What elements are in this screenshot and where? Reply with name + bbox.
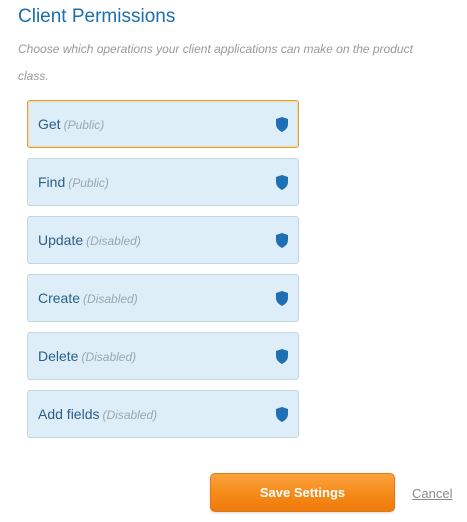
permission-add-fields[interactable]: Add fields (Disabled) — [27, 390, 299, 438]
shield-icon — [276, 291, 288, 306]
permission-name: Get — [38, 116, 61, 132]
permission-update[interactable]: Update (Disabled) — [27, 216, 299, 264]
save-settings-button[interactable]: Save Settings — [210, 473, 395, 512]
permission-status: (Public) — [68, 176, 109, 190]
permissions-list: Get (Public) Find (Public) Update (Disabled… — [27, 100, 299, 448]
permission-label: Delete (Disabled) — [38, 348, 136, 364]
shield-icon — [276, 233, 288, 248]
cancel-link[interactable]: Cancel — [412, 486, 452, 501]
permission-find[interactable]: Find (Public) — [27, 158, 299, 206]
permission-label: Add fields (Disabled) — [38, 406, 157, 422]
permission-delete[interactable]: Delete (Disabled) — [27, 332, 299, 380]
permission-label: Create (Disabled) — [38, 290, 138, 306]
permission-get[interactable]: Get (Public) — [27, 100, 299, 148]
permission-name: Find — [38, 174, 66, 190]
shield-icon — [276, 349, 288, 364]
permission-label: Get (Public) — [38, 116, 104, 132]
permission-status: (Public) — [63, 118, 105, 132]
permission-status: (Disabled) — [102, 408, 158, 422]
permission-status: (Disabled) — [83, 292, 138, 306]
permission-status: (Disabled) — [86, 234, 141, 248]
permission-label: Update (Disabled) — [38, 232, 141, 248]
shield-icon — [276, 117, 288, 132]
permission-name: Update — [38, 232, 84, 248]
permission-status: (Disabled) — [81, 350, 137, 364]
shield-icon — [276, 175, 288, 190]
permission-name: Delete — [38, 348, 79, 364]
permission-label: Find (Public) — [38, 174, 109, 190]
page-title: Client Permissions — [18, 6, 176, 27]
shield-icon — [276, 407, 288, 422]
permission-create[interactable]: Create (Disabled) — [27, 274, 299, 322]
page-description: Choose which operations your client appl… — [18, 42, 413, 83]
permission-name: Add fields — [38, 406, 100, 422]
permission-name: Create — [38, 290, 81, 306]
